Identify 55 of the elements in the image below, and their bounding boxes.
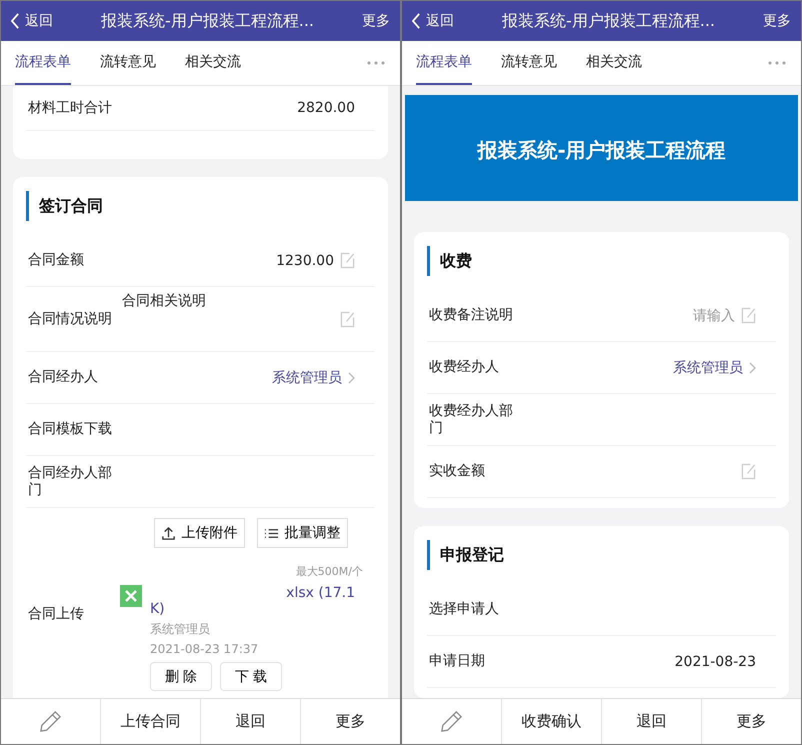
field-label: 选择申请人 (429, 601, 500, 618)
edit-icon[interactable] (340, 252, 355, 269)
picker-value[interactable]: 系统管理员 (673, 358, 743, 376)
section-title: 申报登记 (440, 544, 504, 566)
hint-text: 合同相关说明 (122, 292, 206, 310)
section-title: 签订合同 (39, 196, 103, 216)
file-name-link[interactable]: xlsx (17.1 (286, 585, 355, 601)
banner-title: 报装系统-用户报装工程流程 (477, 137, 726, 164)
field-label: 合同金额 (28, 252, 85, 269)
more-icon[interactable] (768, 61, 786, 65)
field-label: 合同经办人部门 (28, 464, 113, 498)
page-title: 报装系统-用户报装工程流程... (100, 10, 316, 32)
more-button[interactable]: 更多 (763, 12, 791, 30)
tab[interactable]: 流程表单 (416, 41, 472, 85)
file-action-button[interactable]: 删 除 (150, 662, 212, 691)
back-button[interactable]: 返回 (11, 12, 53, 30)
size-limit-text: 最大500M/个 (296, 564, 363, 579)
more-icon[interactable] (367, 61, 385, 65)
picker-value[interactable]: 系统管理员 (272, 368, 342, 386)
field-label: 材料工时合计 (28, 100, 113, 116)
uploader-name: 系统管理员 (150, 621, 211, 638)
edit-icon[interactable] (741, 307, 756, 324)
field-value: 1230.00 (276, 252, 334, 268)
chevron-right-icon (348, 372, 355, 384)
tab[interactable]: 相关交流 (185, 41, 241, 85)
field-label: 合同模板下载 (28, 421, 113, 438)
tab[interactable]: 相关交流 (586, 41, 642, 85)
edit-icon[interactable] (340, 310, 355, 328)
pencil-icon (38, 709, 63, 734)
field-label: 合同上传 (28, 606, 85, 623)
action-button[interactable]: 批量调整 (256, 518, 348, 548)
file-name-link[interactable]: K) (150, 601, 373, 617)
action-button[interactable]: 上传附件 (154, 518, 244, 548)
upload-time: 2021-08-23 17:37 (150, 642, 260, 656)
field-label: 收费备注说明 (429, 307, 514, 324)
chevron-right-icon (749, 362, 756, 374)
upload-icon (160, 526, 176, 540)
field-label: 收费经办人部门 (429, 402, 514, 436)
pencil-icon (439, 709, 464, 734)
tab[interactable]: 流转意见 (501, 41, 557, 85)
field-value: 2820.00 (297, 100, 355, 116)
section-title: 收费 (440, 250, 472, 272)
file-action-button[interactable]: 下 载 (220, 662, 282, 691)
edit-icon[interactable] (741, 463, 756, 480)
more-button[interactable]: 更多 (362, 12, 390, 30)
field-label: 申请日期 (429, 653, 486, 670)
back-button[interactable]: 返回 (412, 12, 454, 30)
field-label: 合同经办人 (28, 369, 99, 386)
field-label: 合同情况说明 (28, 310, 113, 328)
page-title: 报装系统-用户报装工程流程... (500, 10, 716, 32)
spreadsheet-file-icon (120, 585, 142, 607)
field-label: 收费经办人 (429, 359, 500, 376)
field-value: 2021-08-23 (674, 654, 756, 670)
field-label: 实收金额 (429, 463, 486, 480)
tab[interactable]: 流转意见 (100, 41, 156, 85)
